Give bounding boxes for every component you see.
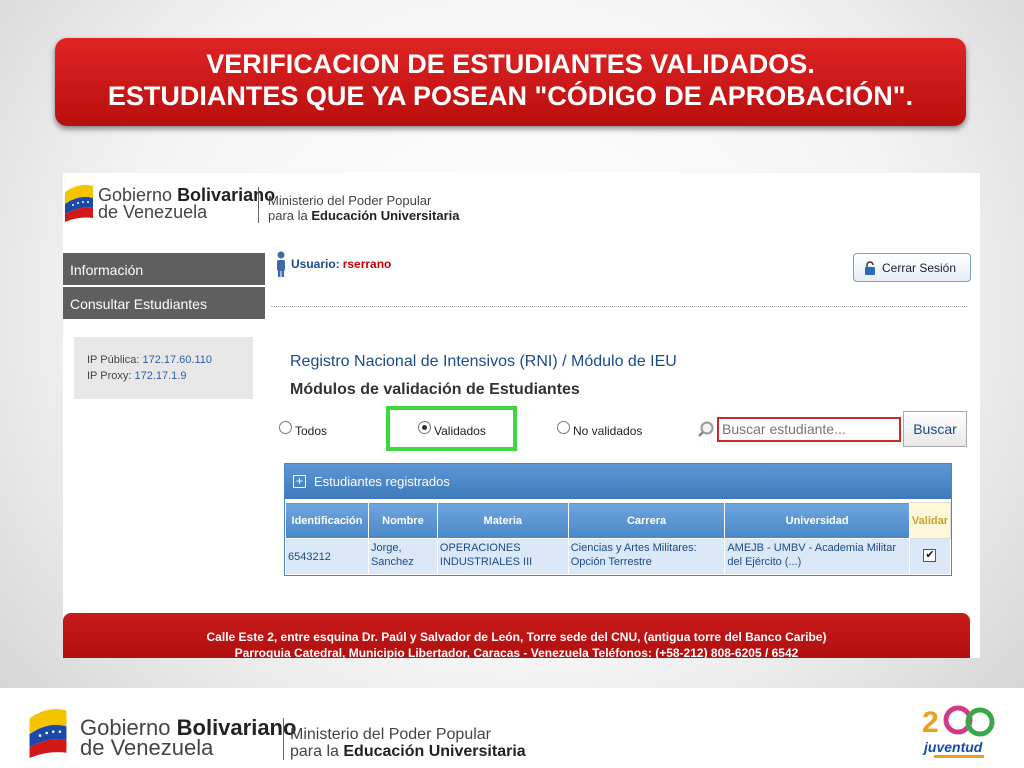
col-nombre[interactable]: Nombre <box>367 502 438 539</box>
filter-validados-label: Validados <box>434 424 486 438</box>
header-logo: Gobierno Bolivariano de Venezuela Minist… <box>63 173 463 228</box>
search-button[interactable]: Buscar <box>903 411 967 447</box>
ministry-line2-part: para la <box>268 208 312 223</box>
footer: Calle Este 2, entre esquina Dr. Paúl y S… <box>63 613 970 658</box>
svg-text:2: 2 <box>922 706 939 739</box>
slide-title-line1: VERIFICACION DE ESTUDIANTES VALIDADOS. <box>206 49 815 79</box>
filter-validados[interactable]: Validados <box>418 420 486 438</box>
students-table: Identificación Nombre Materia Carrera Un… <box>285 502 952 575</box>
gov-text-line2: de Venezuela <box>98 202 208 222</box>
radio-todos[interactable] <box>279 420 292 434</box>
search-icon <box>698 421 714 437</box>
cell-universidad: AMEJB - UMBV - Academia Militar del Ejér… <box>724 538 910 575</box>
page-title: Registro Nacional de Intensivos (RNI) / … <box>290 353 677 370</box>
cell-materia: OPERACIONES INDUSTRIALES III <box>436 538 569 575</box>
filter-todos[interactable]: Todos <box>279 420 328 438</box>
app-screenshot: Gobierno Bolivariano de Venezuela Minist… <box>63 173 980 658</box>
sidebar-item-consultar-estudiantes[interactable]: Consultar Estudiantes <box>63 287 265 321</box>
divider <box>271 306 967 307</box>
expand-icon[interactable]: + <box>293 475 306 488</box>
table-header-row: Identificación Nombre Materia Carrera Un… <box>285 502 952 539</box>
cell-nombre: Jorge, Sanchez <box>367 538 438 575</box>
bottom-ministry-part: para la <box>290 743 344 760</box>
slide-footer-bar: Gobierno Bolivariano de Venezuela Minist… <box>0 688 1024 768</box>
bottom-ministry-bold: Educación Universitaria <box>343 743 526 760</box>
col-identificacion[interactable]: Identificación <box>285 502 369 539</box>
cell-identificacion: 6543212 <box>285 538 369 575</box>
ministry-line1: Ministerio del Poder Popular <box>268 193 432 208</box>
slide-title: VERIFICACION DE ESTUDIANTES VALIDADOS. E… <box>55 38 966 126</box>
radio-no-validados[interactable] <box>557 420 570 434</box>
filter-no-validados[interactable]: No validados <box>557 420 643 438</box>
bottom-logo-divider <box>283 718 284 760</box>
cell-carrera: Ciencias y Artes Militares: Opción Terre… <box>567 538 726 575</box>
footer-line2: Parroquia Catedral, Municipio Libertador… <box>234 646 799 658</box>
logout-button[interactable]: Cerrar Sesión <box>853 253 971 282</box>
bottom-ministry-text: Ministerio del Poder Popular para la Edu… <box>290 726 526 760</box>
filter-no-validados-label: No validados <box>573 424 643 438</box>
search-input[interactable] <box>717 416 901 442</box>
juventud-bicentenaria-logo-icon: 2 juventud <box>922 705 995 758</box>
gov-text: Gobierno Bolivariano de Venezuela <box>98 186 275 222</box>
col-universidad[interactable]: Universidad <box>724 502 910 539</box>
bottom-gov-line2: de Venezuela <box>80 735 214 760</box>
user-label: Usuario: <box>291 257 340 271</box>
ministry-line2-bold: Educación Universitaria <box>311 208 460 223</box>
user-icon <box>277 251 285 277</box>
user-info: Usuario: rserrano <box>275 251 391 277</box>
ip-proxy-label: IP Proxy: <box>87 370 135 382</box>
slide-title-line2: ESTUDIANTES QUE YA POSEAN "CÓDIGO DE APR… <box>107 81 914 111</box>
students-panel: + Estudiantes registrados Identificación… <box>284 463 952 576</box>
user-name: rserrano <box>342 257 392 271</box>
cell-validar: ✔ <box>908 538 952 575</box>
venezuela-flag-icon <box>65 184 93 222</box>
venezuela-flag-icon <box>29 709 67 758</box>
ministry-text: Ministerio del Poder Popular para la Edu… <box>268 193 460 223</box>
bottom-gov-text: Gobierno Bolivariano de Venezuela <box>80 717 296 760</box>
logo-divider <box>258 187 259 223</box>
sidebar-item-informacion[interactable]: Información <box>63 253 265 287</box>
ip-info-box: IP Pública: 172.17.60.110 IP Proxy: 172.… <box>74 337 253 399</box>
logout-label: Cerrar Sesión <box>882 260 957 275</box>
table-row: 6543212 Jorge, Sanchez OPERACIONES INDUS… <box>285 538 952 575</box>
footer-line1: Calle Este 2, entre esquina Dr. Paúl y S… <box>206 630 827 644</box>
sidebar: Información Consultar Estudiantes IP Púb… <box>63 253 265 603</box>
col-materia[interactable]: Materia <box>436 502 569 539</box>
section-title: Módulos de validación de Estudiantes <box>290 381 580 398</box>
search-area: Buscar <box>697 411 967 447</box>
ip-proxy-value: 172.17.1.9 <box>134 370 187 382</box>
svg-text:juventud: juventud <box>922 739 983 755</box>
ip-publica-label: IP Pública: <box>87 354 143 366</box>
panel-title: Estudiantes registrados <box>314 474 450 489</box>
bottom-ministry-line1: Ministerio del Poder Popular <box>290 726 491 743</box>
radio-validados[interactable] <box>418 420 431 434</box>
ip-publica-value: 172.17.60.110 <box>142 354 212 366</box>
col-validar[interactable]: Validar <box>908 502 952 539</box>
filter-todos-label: Todos <box>295 424 328 438</box>
col-carrera[interactable]: Carrera <box>567 502 726 539</box>
panel-header[interactable]: + Estudiantes registrados <box>285 464 951 499</box>
lock-icon <box>865 260 875 275</box>
validar-checkbox[interactable]: ✔ <box>923 549 937 562</box>
